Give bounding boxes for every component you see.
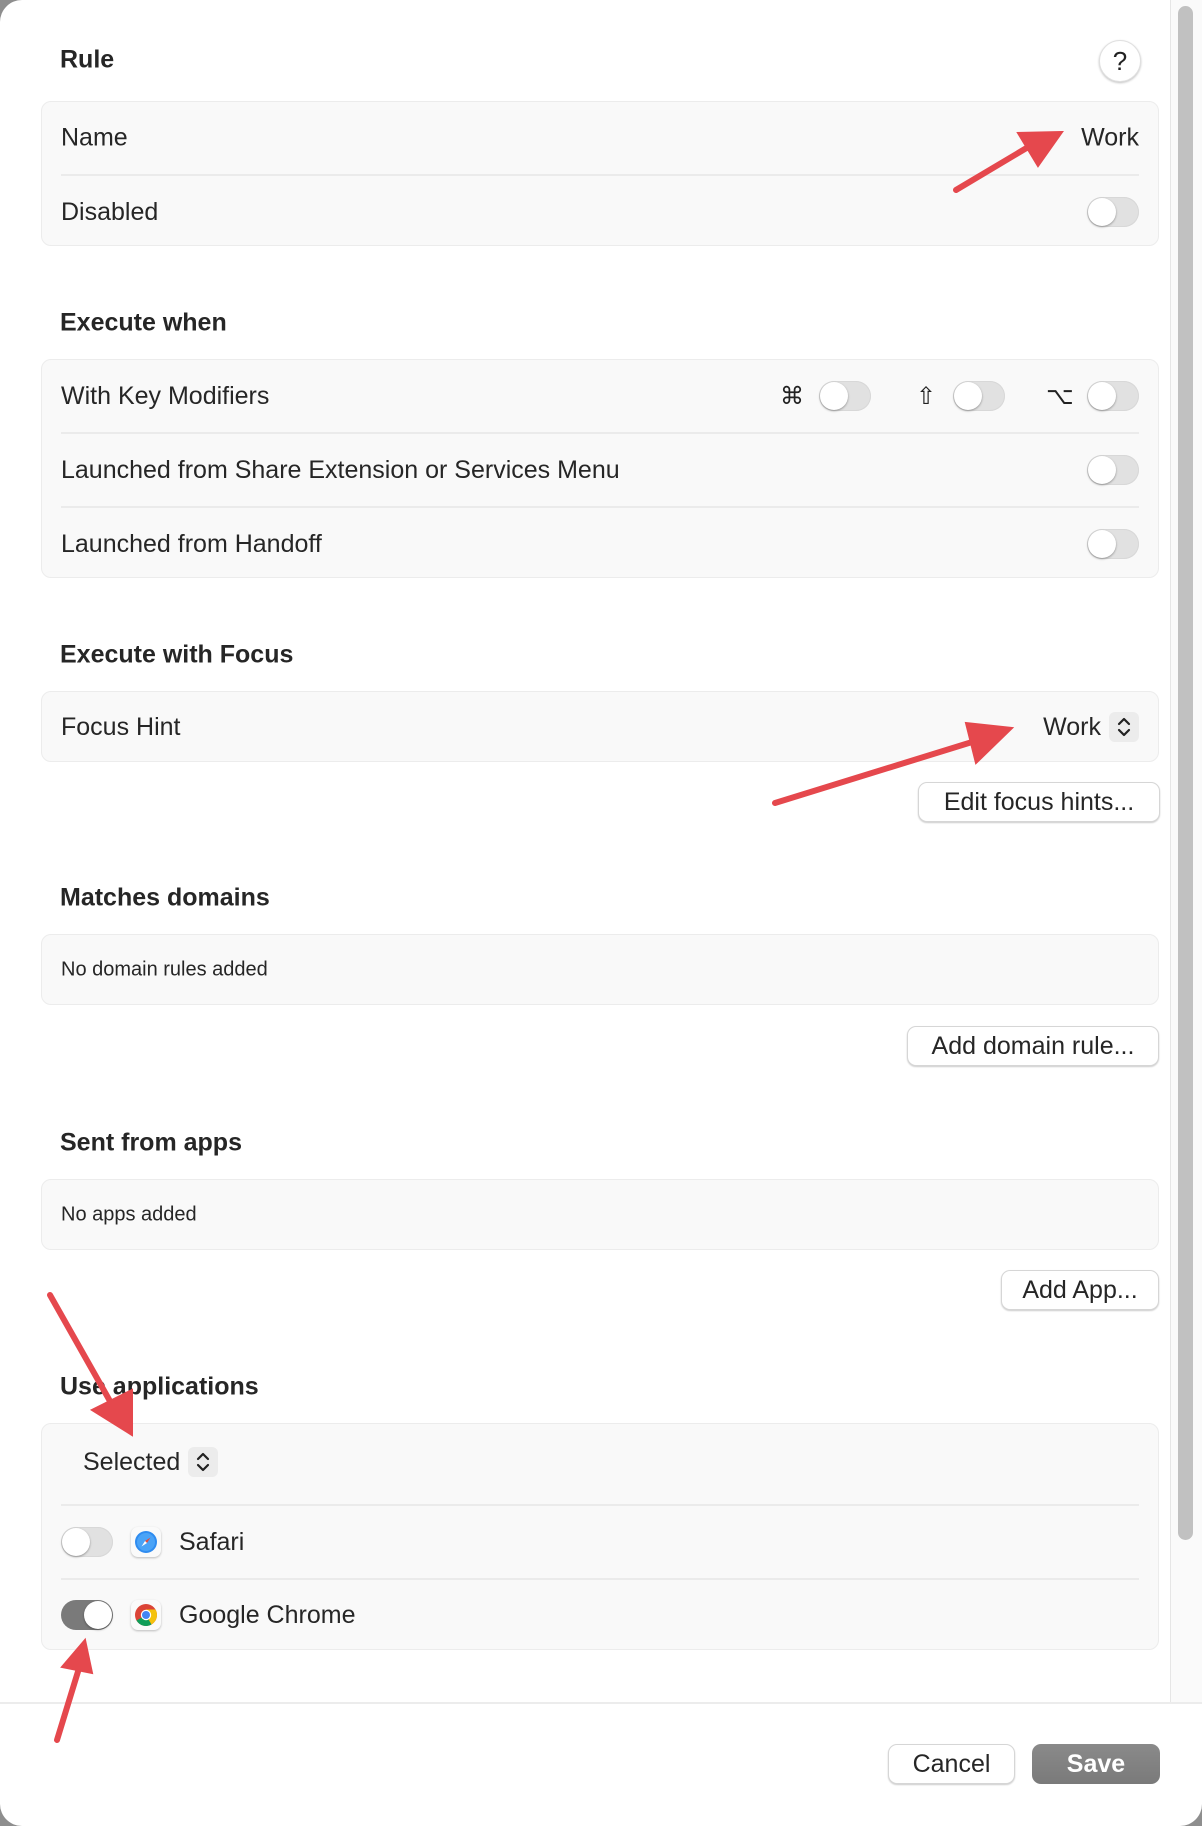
divider	[61, 506, 1139, 508]
google-chrome-label: Google Chrome	[179, 1600, 356, 1629]
add-app-button[interactable]: Add App...	[1001, 1270, 1159, 1310]
disabled-toggle[interactable]	[1087, 197, 1139, 227]
shift-toggle[interactable]	[953, 381, 1005, 411]
help-button[interactable]: ?	[1099, 40, 1141, 82]
option-modifier: ⌥	[1045, 381, 1139, 411]
disabled-label: Disabled	[61, 197, 159, 226]
focus-hint-popup-button[interactable]	[1109, 712, 1139, 742]
rule-card: Name Work Disabled	[41, 101, 1159, 246]
footer-divider	[0, 1702, 1202, 1704]
name-value[interactable]: Work	[1081, 124, 1139, 153]
focus-card: Focus Hint Work	[41, 691, 1159, 762]
scrollbar-thumb[interactable]	[1178, 6, 1193, 1540]
chevron-up-down-icon	[1117, 717, 1131, 737]
add-domain-rule-button[interactable]: Add domain rule...	[907, 1026, 1159, 1066]
handoff-row: Launched from Handoff	[61, 529, 1139, 559]
handoff-label: Launched from Handoff	[61, 529, 322, 558]
cancel-button[interactable]: Cancel	[888, 1744, 1015, 1784]
share-extension-row: Launched from Share Extension or Service…	[61, 455, 1139, 485]
annotation-arrow-selected	[47, 1292, 133, 1437]
section-title-execute-with-focus: Execute with Focus	[60, 640, 294, 669]
section-title-execute-when: Execute when	[60, 308, 227, 337]
section-title-matches-domains: Matches domains	[60, 883, 270, 912]
command-modifier: ⌘	[777, 381, 871, 411]
chrome-icon	[131, 1600, 161, 1630]
domains-card: No domain rules added	[41, 934, 1159, 1005]
key-modifiers-row: With Key Modifiers ⌘ ⇧ ⌥	[61, 381, 1139, 411]
question-mark-icon: ?	[1112, 45, 1128, 76]
option-icon: ⌥	[1046, 382, 1074, 410]
safari-icon	[131, 1527, 161, 1557]
handoff-toggle[interactable]	[1087, 529, 1139, 559]
divider	[61, 1578, 1139, 1580]
save-button[interactable]: Save	[1032, 1744, 1160, 1784]
mode-popup-button[interactable]	[188, 1447, 219, 1477]
section-title-rule: Rule	[60, 45, 115, 74]
share-extension-toggle[interactable]	[1087, 455, 1139, 485]
name-label: Name	[61, 123, 128, 152]
apps-empty-row: No apps added	[61, 1204, 1139, 1227]
sent-from-apps-card: No apps added	[41, 1179, 1159, 1250]
use-applications-card: Selected Safari Google Chrome	[41, 1423, 1159, 1650]
annotation-arrow-chrome-toggle	[54, 1637, 94, 1743]
divider	[61, 174, 1139, 176]
option-toggle[interactable]	[1087, 381, 1139, 411]
share-extension-label: Launched from Share Extension or Service…	[61, 455, 620, 484]
edit-focus-hints-button[interactable]: Edit focus hints...	[918, 782, 1160, 822]
safari-label: Safari	[179, 1527, 245, 1556]
app-row-safari: Safari	[61, 1527, 1139, 1557]
command-toggle[interactable]	[819, 381, 871, 411]
focus-hint-value[interactable]: Work	[1043, 713, 1101, 742]
divider	[61, 432, 1139, 434]
apps-empty-text: No apps added	[61, 1203, 197, 1226]
domains-empty-row: No domain rules added	[61, 959, 1139, 982]
key-modifiers-label: With Key Modifiers	[61, 381, 270, 410]
command-icon: ⌘	[780, 382, 804, 410]
focus-hint-row: Focus Hint Work	[61, 712, 1139, 742]
section-title-sent-from-apps: Sent from apps	[60, 1128, 242, 1157]
name-row: Name Work	[61, 124, 1139, 153]
divider	[61, 1504, 1139, 1506]
rule-editor-window: Rule ? Name Work Disabled Execute when W…	[0, 0, 1202, 1826]
google-chrome-toggle[interactable]	[61, 1600, 113, 1630]
mode-value[interactable]: Selected	[83, 1448, 180, 1477]
safari-toggle[interactable]	[61, 1527, 113, 1557]
mode-row: Selected	[83, 1447, 1139, 1477]
shift-icon: ⇧	[915, 382, 937, 410]
chevron-up-down-icon	[197, 1452, 210, 1472]
domains-empty-text: No domain rules added	[61, 958, 268, 981]
shift-modifier: ⇧	[911, 381, 1005, 411]
focus-hint-label: Focus Hint	[61, 712, 181, 741]
execute-when-card: With Key Modifiers ⌘ ⇧ ⌥ Launched from S…	[41, 359, 1159, 578]
app-row-google-chrome: Google Chrome	[61, 1600, 1139, 1630]
section-title-use-applications: Use applications	[60, 1372, 259, 1401]
disabled-row: Disabled	[61, 197, 1139, 227]
